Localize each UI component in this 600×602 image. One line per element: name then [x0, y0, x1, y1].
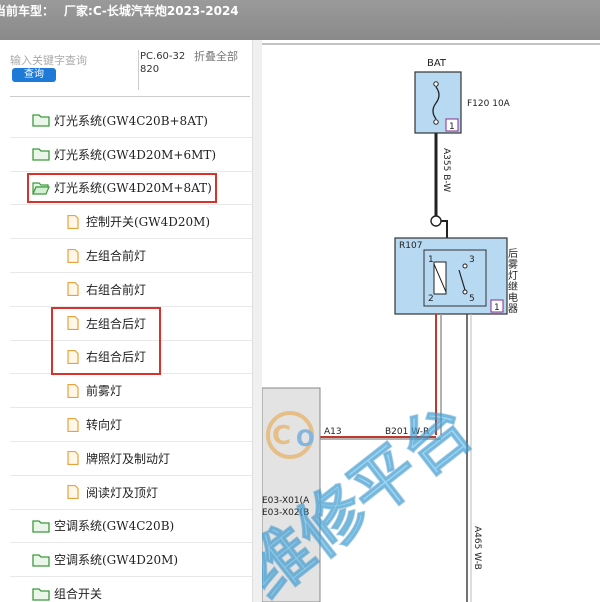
- app-header: 当前车型： 厂家:C-长城汽车炮2023-2024: [0, 0, 600, 40]
- wire-branch: [441, 220, 448, 239]
- tree-item-label: 转向灯: [86, 418, 123, 433]
- folder-icon: [32, 587, 50, 601]
- tree-item-label: 控制开关(GW4D20M): [86, 215, 211, 230]
- bat-label: BAT: [427, 58, 447, 69]
- document-icon: [67, 383, 79, 398]
- tree-item-folder[interactable]: 灯光系统(GW4D20M+6MT): [10, 138, 252, 172]
- panel-divider[interactable]: [252, 40, 262, 602]
- folder-icon: [32, 148, 50, 161]
- document-icon: [67, 248, 79, 263]
- pc-code: PC.60-32820: [138, 50, 188, 90]
- folder-icon: [32, 520, 50, 533]
- tree-item-doc[interactable]: 牌照灯及制动灯: [10, 442, 252, 476]
- tree-item-doc[interactable]: 转向灯: [10, 408, 252, 442]
- document-icon: [67, 451, 79, 466]
- tree-item-label: 阅读灯及顶灯: [86, 485, 159, 500]
- svg-text:O: O: [296, 427, 315, 452]
- relay-coil-icon: [433, 261, 447, 295]
- wire-a13-label: A13: [324, 427, 342, 437]
- tree-item-folder[interactable]: 空调系统(GW4C20B): [10, 510, 252, 544]
- document-icon: [67, 214, 79, 229]
- tree-item-label: 右组合前灯: [86, 282, 147, 297]
- tree-item-doc[interactable]: 左组合前灯: [10, 239, 252, 273]
- tree-item-doc[interactable]: 前雾灯: [10, 374, 252, 409]
- folder-icon: [32, 114, 50, 128]
- wiring-diagram-svg: BAT 1 F120 10A A355 B-W R107 1 3 2 5 1 后…: [262, 43, 600, 602]
- folder-icon: [32, 554, 50, 567]
- svg-text:C: C: [272, 421, 291, 451]
- panel-separator: [10, 96, 250, 97]
- document-icon: [67, 485, 79, 500]
- tree-item-folder[interactable]: 组合开关: [10, 577, 252, 602]
- wiring-diagram: BAT 1 F120 10A A355 B-W R107 1 3 2 5 1 后…: [262, 40, 600, 602]
- relay-pin-5: 5: [469, 294, 475, 304]
- tree-item-label: 前雾灯: [86, 384, 123, 399]
- tree-item-doc[interactable]: 阅读灯及顶灯: [10, 476, 252, 510]
- fuse-label: F120 10A: [467, 99, 511, 109]
- relay-pin-2: 2: [428, 294, 434, 304]
- tree-item-doc[interactable]: 右组合前灯: [10, 273, 252, 307]
- relay-id: R107: [399, 241, 422, 251]
- fuse-pin-number: 1: [449, 122, 455, 132]
- search-input[interactable]: [10, 50, 130, 70]
- tree-item-label: 空调系统(GW4D20M): [54, 553, 179, 568]
- tree-item-label: 灯光系统(GW4C20B+8AT): [54, 113, 208, 128]
- wire-junction: [430, 215, 442, 227]
- tree-item-label: 左组合前灯: [86, 249, 147, 264]
- relay-name: 后雾灯继电器: [506, 248, 518, 314]
- tree-item-label: 牌照灯及制动灯: [86, 451, 171, 466]
- document-icon: [67, 417, 79, 432]
- current-model-label: 当前车型：: [0, 4, 55, 18]
- relay-pin-3: 3: [469, 255, 475, 265]
- wire-a465-label: A465 W-B: [472, 526, 482, 570]
- tree-item-label: 组合开关: [54, 587, 103, 602]
- tree-item-label: 灯光系统(GW4D20M+6MT): [54, 147, 217, 162]
- highlight-box-selected-folder: [27, 173, 217, 203]
- tree-item-folder[interactable]: 灯光系统(GW4C20B+8AT): [10, 104, 252, 138]
- collapse-all-link[interactable]: 折叠全部: [194, 50, 238, 63]
- tree-item-label: 空调系统(GW4C20B): [54, 519, 175, 534]
- tree-item-folder[interactable]: 空调系统(GW4D20M): [10, 543, 252, 578]
- relay-pin-number: 1: [494, 303, 500, 313]
- relay-pin-1: 1: [428, 255, 434, 265]
- highlight-box-rear-lamps: [51, 307, 161, 375]
- current-model-value: 厂家:C-长城汽车炮2023-2024: [64, 4, 239, 18]
- query-button[interactable]: 查询: [12, 68, 56, 82]
- tree-item-doc[interactable]: 控制开关(GW4D20M): [10, 205, 252, 240]
- wire-a355-label: A355 B-W: [441, 148, 451, 192]
- document-icon: [67, 282, 79, 297]
